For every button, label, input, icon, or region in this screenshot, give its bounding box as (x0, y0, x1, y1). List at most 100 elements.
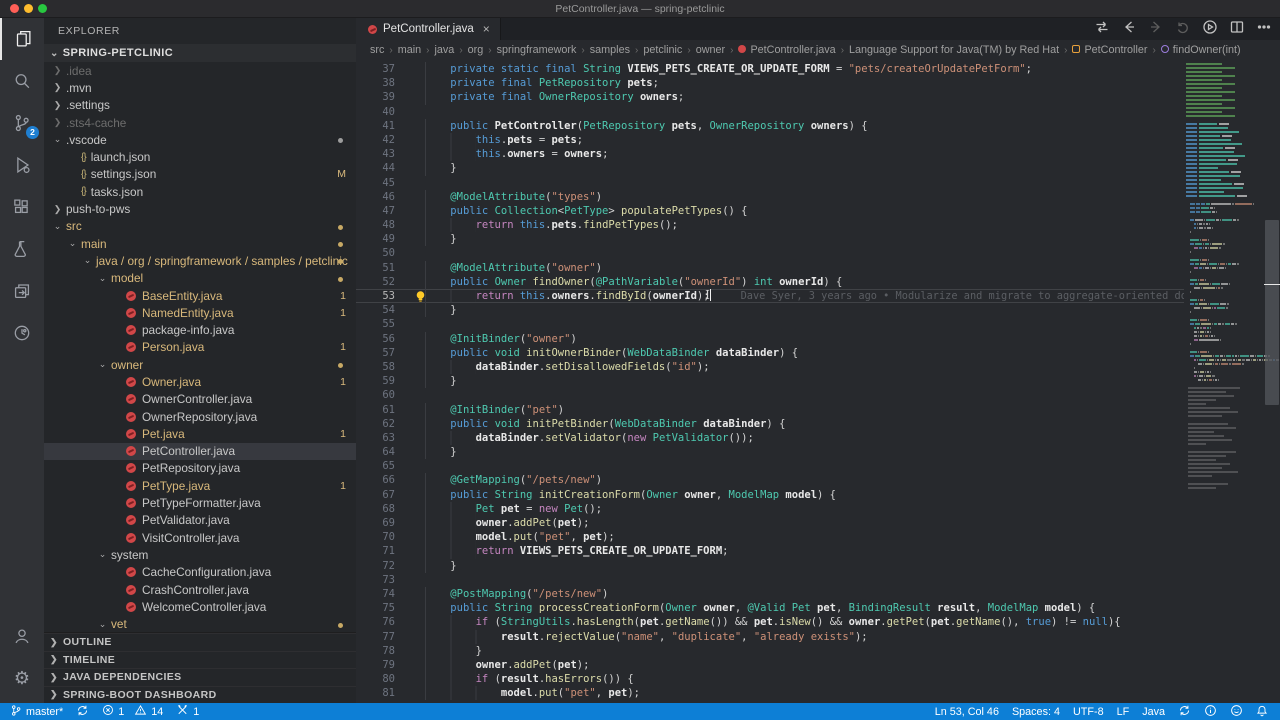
tree-item-namedentity.java[interactable]: NamedEntity.java1 (44, 304, 356, 321)
code-line-58[interactable]: 58dataBinder.setDisallowedFields("id"); (356, 360, 1280, 374)
code-line-74[interactable]: 74@PostMapping("/pets/new") (356, 587, 1280, 601)
tree-item-pettypeformatter.java[interactable]: PetTypeFormatter.java (44, 494, 356, 511)
cursor-position[interactable]: Ln 53, Col 46 (935, 706, 999, 718)
code-line-75[interactable]: 75public String processCreationForm(Owne… (356, 601, 1280, 615)
editor-scrollbar[interactable] (1264, 18, 1280, 703)
tree-item-pettype.java[interactable]: PetType.java1 (44, 477, 356, 494)
activity-item-live-share[interactable] (0, 312, 44, 354)
close-tab-icon[interactable]: × (483, 22, 490, 36)
tree-item-model[interactable]: ⌄model (44, 270, 356, 287)
tree-item-crashcontroller.java[interactable]: CrashController.java (44, 581, 356, 598)
breadcrumb-item[interactable]: src (370, 44, 384, 56)
code-line-43[interactable]: 43this.owners = owners; (356, 147, 1280, 161)
code-line-62[interactable]: 62public void initPetBinder(WebDataBinde… (356, 417, 1280, 431)
code-line-47[interactable]: 47public Collection<PetType> populatePet… (356, 204, 1280, 218)
code-line-39[interactable]: 39private final OwnerRepository owners; (356, 90, 1280, 104)
activity-item-run-debug[interactable] (0, 144, 44, 186)
code-line-61[interactable]: 61@InitBinder("pet") (356, 403, 1280, 417)
tree-item-push-to-pws[interactable]: ❯push-to-pws (44, 200, 356, 217)
language-status[interactable] (1178, 704, 1191, 720)
code-line-45[interactable]: 45 (356, 176, 1280, 190)
code-line-54[interactable]: 54} (356, 303, 1280, 317)
tree-item-.mvn[interactable]: ❯.mvn (44, 79, 356, 96)
activity-item-search[interactable] (0, 60, 44, 102)
breadcrumb-item[interactable]: owner (696, 44, 725, 56)
tree-item-vet[interactable]: ⌄vet (44, 616, 356, 633)
lightbulb-icon[interactable] (414, 290, 427, 303)
code-line-42[interactable]: 42this.pets = pets; (356, 133, 1280, 147)
tree-item-person.java[interactable]: Person.java1 (44, 339, 356, 356)
tree-item-settings.json[interactable]: {}settings.jsonM (44, 166, 356, 183)
java-status[interactable] (1204, 704, 1217, 720)
breadcrumb-item[interactable]: main (398, 44, 421, 56)
code-line-52[interactable]: 52public Owner findOwner(@PathVariable("… (356, 275, 1280, 289)
code-line-81[interactable]: 81model.put("pet", pet); (356, 686, 1280, 700)
code-line-67[interactable]: 67public String initCreationForm(Owner o… (356, 488, 1280, 502)
code-line-46[interactable]: 46@ModelAttribute("types") (356, 190, 1280, 204)
code-line-40[interactable]: 40 (356, 105, 1280, 119)
breadcrumb-item[interactable]: Language Support for Java(TM) by Red Hat (849, 44, 1059, 56)
breadcrumb-item[interactable]: org (468, 44, 484, 56)
panel-spring-boot-dashboard[interactable]: ❯SPRING-BOOT DASHBOARD (44, 686, 356, 704)
language-mode[interactable]: Java (1142, 706, 1165, 718)
branch-indicator[interactable]: master* (10, 704, 63, 720)
tree-item-petvalidator.java[interactable]: PetValidator.java (44, 512, 356, 529)
code-line-55[interactable]: 55 (356, 317, 1280, 331)
code-line-76[interactable]: 76if (StringUtils.hasLength(pet.getName(… (356, 615, 1280, 629)
tree-item-welcomecontroller.java[interactable]: WelcomeController.java (44, 598, 356, 615)
tree-item-ownerrepository.java[interactable]: OwnerRepository.java (44, 408, 356, 425)
tree-item-java-org-springframework-samples-petclinic[interactable]: ⌄java / org / springframework / samples … (44, 252, 356, 269)
code-line-68[interactable]: 68Pet pet = new Pet(); (356, 502, 1280, 516)
tree-item-petrepository.java[interactable]: PetRepository.java (44, 460, 356, 477)
open-changes-icon[interactable] (1094, 19, 1110, 40)
eol[interactable]: LF (1117, 706, 1130, 718)
code-line-78[interactable]: 78} (356, 644, 1280, 658)
code-line-71[interactable]: 71return VIEWS_PETS_CREATE_OR_UPDATE_FOR… (356, 544, 1280, 558)
code-line-77[interactable]: 77result.rejectValue("name", "duplicate"… (356, 630, 1280, 644)
tree-item-baseentity.java[interactable]: BaseEntity.java1 (44, 287, 356, 304)
code-line-66[interactable]: 66@GetMapping("/pets/new") (356, 473, 1280, 487)
breadcrumb-item[interactable]: java (435, 44, 455, 56)
tree-item-visitcontroller.java[interactable]: VisitController.java (44, 529, 356, 546)
activity-item-testing[interactable] (0, 228, 44, 270)
feedback[interactable] (1230, 704, 1243, 720)
code-line-38[interactable]: 38private final PetRepository pets; (356, 76, 1280, 90)
notifications[interactable] (1256, 704, 1268, 720)
tree-item-.settings[interactable]: ❯.settings (44, 97, 356, 114)
tree-item-tasks.json[interactable]: {}tasks.json (44, 183, 356, 200)
activity-item-settings[interactable]: ⚙ (0, 657, 44, 699)
split-editor-icon[interactable] (1229, 19, 1245, 40)
tree-item-.sts4-cache[interactable]: ❯.sts4-cache (44, 114, 356, 131)
breadcrumb-item[interactable]: samples (590, 44, 630, 56)
activity-item-extensions[interactable] (0, 186, 44, 228)
tree-item-.vscode[interactable]: ⌄.vscode (44, 131, 356, 148)
code-line-44[interactable]: 44} (356, 161, 1280, 175)
code-line-73[interactable]: 73 (356, 573, 1280, 587)
tree-item-main[interactable]: ⌄main (44, 235, 356, 252)
tree-item-petcontroller.java[interactable]: PetController.java (44, 443, 356, 460)
breadcrumb-item[interactable]: petclinic (643, 44, 682, 56)
run-file-icon[interactable] (1202, 19, 1218, 40)
activity-item-source-control[interactable]: 2 (0, 102, 44, 144)
panel-java-dependencies[interactable]: ❯JAVA DEPENDENCIES (44, 668, 356, 686)
activity-item-deploy[interactable] (0, 270, 44, 312)
breadcrumb-item[interactable]: findOwner(int) (1161, 44, 1241, 56)
activity-item-account[interactable] (0, 615, 44, 657)
panel-timeline[interactable]: ❯TIMELINE (44, 651, 356, 669)
sync-status[interactable] (76, 704, 89, 720)
tree-item-launch.json[interactable]: {}launch.json (44, 148, 356, 165)
code-line-49[interactable]: 49} (356, 232, 1280, 246)
tasks-indicator[interactable]: 1 (176, 704, 199, 719)
code-line-79[interactable]: 79owner.addPet(pet); (356, 658, 1280, 672)
code-line-60[interactable]: 60 (356, 388, 1280, 402)
explorer-section-header[interactable]: ⌄ SPRING-PETCLINIC (44, 44, 356, 62)
code-line-80[interactable]: 80if (result.hasErrors()) { (356, 672, 1280, 686)
encoding[interactable]: UTF-8 (1073, 706, 1104, 718)
tree-item-package-info.java[interactable]: package-info.java (44, 321, 356, 338)
code-line-65[interactable]: 65 (356, 459, 1280, 473)
tree-item-owner.java[interactable]: Owner.java1 (44, 373, 356, 390)
scrollbar-thumb[interactable] (1265, 220, 1279, 405)
code-line-48[interactable]: 48return this.pets.findPetTypes(); (356, 218, 1280, 232)
tree-item-src[interactable]: ⌄src (44, 218, 356, 235)
go-back-icon[interactable] (1121, 19, 1137, 40)
